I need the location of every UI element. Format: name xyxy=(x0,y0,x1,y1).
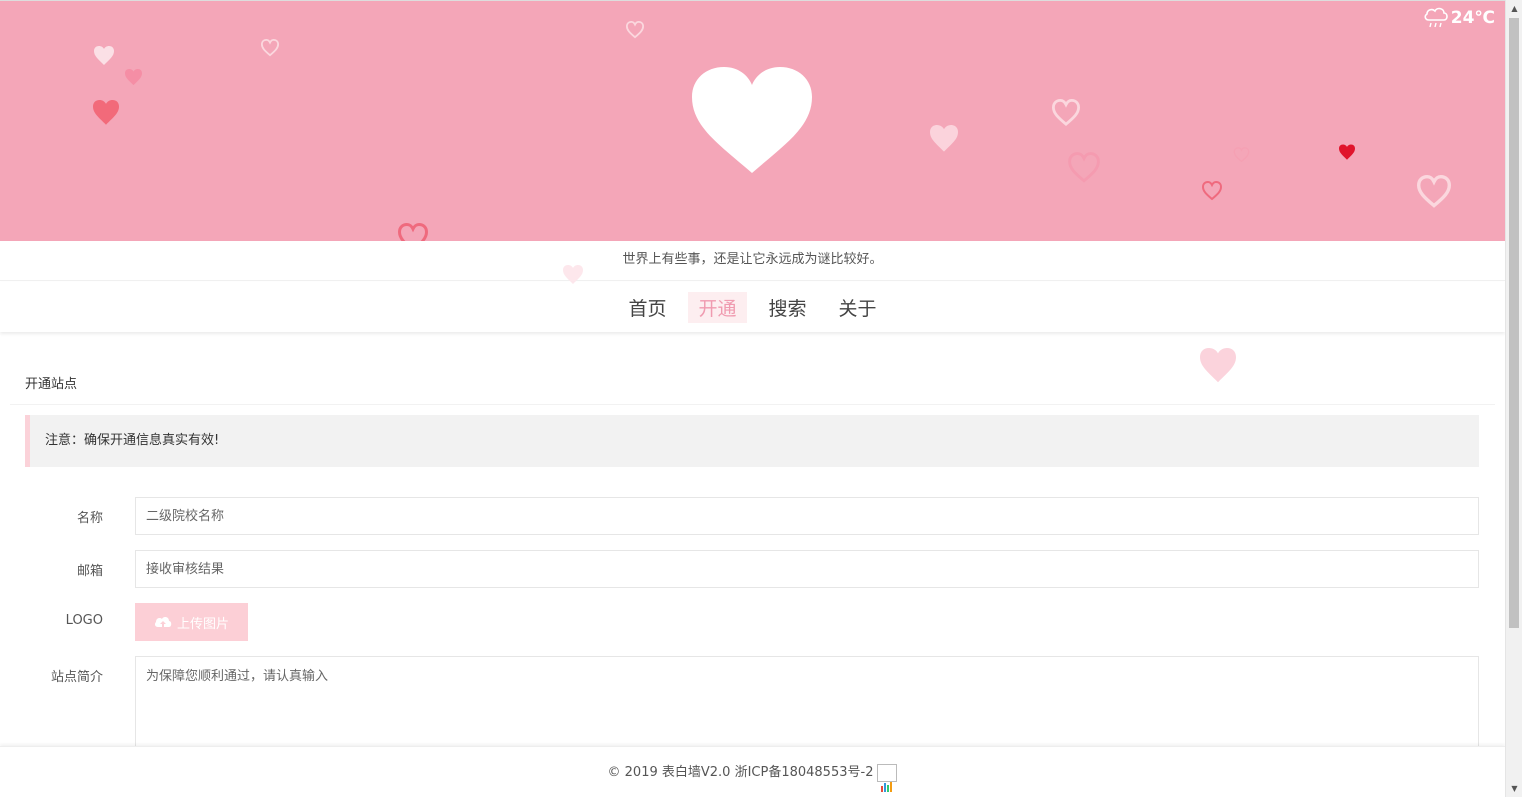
footer: © 2019 表白墙V2.0 浙ICP备18048553号-2 xyxy=(0,746,1505,797)
floating-heart-icon xyxy=(1202,181,1222,201)
floating-heart-icon xyxy=(1417,175,1451,208)
floating-heart-icon xyxy=(1052,99,1080,127)
nav-item-open[interactable]: 开通 xyxy=(688,291,747,323)
floating-heart-icon xyxy=(1339,144,1355,160)
cloud-upload-icon xyxy=(154,616,172,627)
nav-item-about[interactable]: 关于 xyxy=(829,292,887,323)
scroll-up-arrow-icon[interactable]: ▲ xyxy=(1506,0,1522,17)
nav-item-home[interactable]: 首页 xyxy=(618,292,676,323)
floating-heart-icon xyxy=(94,46,114,65)
name-label: 名称 xyxy=(76,511,103,526)
floating-heart-icon xyxy=(625,21,645,39)
floating-heart-icon xyxy=(125,69,142,86)
floating-heart-icon xyxy=(260,39,280,57)
weather-temperature: 24℃ xyxy=(1450,8,1495,28)
browser-page: 24℃ 世界上有些事，还是让它永远成为谜比较好。 首页 开通 搜索 关于 开通站… xyxy=(0,0,1522,797)
weather-widget[interactable]: 24℃ xyxy=(1423,6,1495,30)
floating-heart-icon xyxy=(398,223,428,241)
scroll-down-arrow-icon[interactable]: ▼ xyxy=(1506,780,1522,797)
cnzz-stats-icon[interactable] xyxy=(877,763,898,792)
upload-image-button[interactable]: 上传图片 xyxy=(135,603,248,641)
rain-cloud-icon xyxy=(1424,7,1448,28)
main-nav: 首页 开通 搜索 关于 xyxy=(0,282,1505,332)
floating-heart-icon xyxy=(1233,147,1250,163)
logo-label: LOGO xyxy=(65,613,103,628)
bar-chart-icon xyxy=(881,781,893,792)
floating-heart-icon xyxy=(930,125,958,152)
floating-heart-icon xyxy=(1200,348,1236,383)
nav-item-search[interactable]: 搜索 xyxy=(759,292,817,323)
floating-heart-icon xyxy=(1068,152,1100,183)
email-label: 邮箱 xyxy=(76,564,103,579)
floating-heart-icon xyxy=(93,100,119,125)
vertical-scrollbar[interactable]: ▲ ▼ xyxy=(1505,0,1522,797)
divider xyxy=(10,404,1495,405)
scroll-thumb[interactable] xyxy=(1509,18,1519,628)
notice-banner: 注意：确保开通信息真实有效! xyxy=(25,415,1479,467)
email-input[interactable] xyxy=(135,550,1479,588)
page-viewport: 24℃ 世界上有些事，还是让它永远成为谜比较好。 首页 开通 搜索 关于 开通站… xyxy=(0,0,1505,797)
section-title: 开通站点 xyxy=(25,377,78,392)
intro-label: 站点简介 xyxy=(50,670,103,685)
footer-text: © 2019 表白墙V2.0 浙ICP备18048553号-2 xyxy=(607,764,874,780)
heart-logo-icon xyxy=(692,67,812,173)
slogan-text: 世界上有些事，还是让它永远成为谜比较好。 xyxy=(622,252,883,267)
slogan-bar: 世界上有些事，还是让它永远成为谜比较好。 xyxy=(0,241,1505,281)
upload-button-label: 上传图片 xyxy=(176,615,229,631)
name-input[interactable] xyxy=(135,497,1479,535)
header-banner: 24℃ xyxy=(0,1,1505,241)
intro-textarea[interactable] xyxy=(135,656,1479,756)
